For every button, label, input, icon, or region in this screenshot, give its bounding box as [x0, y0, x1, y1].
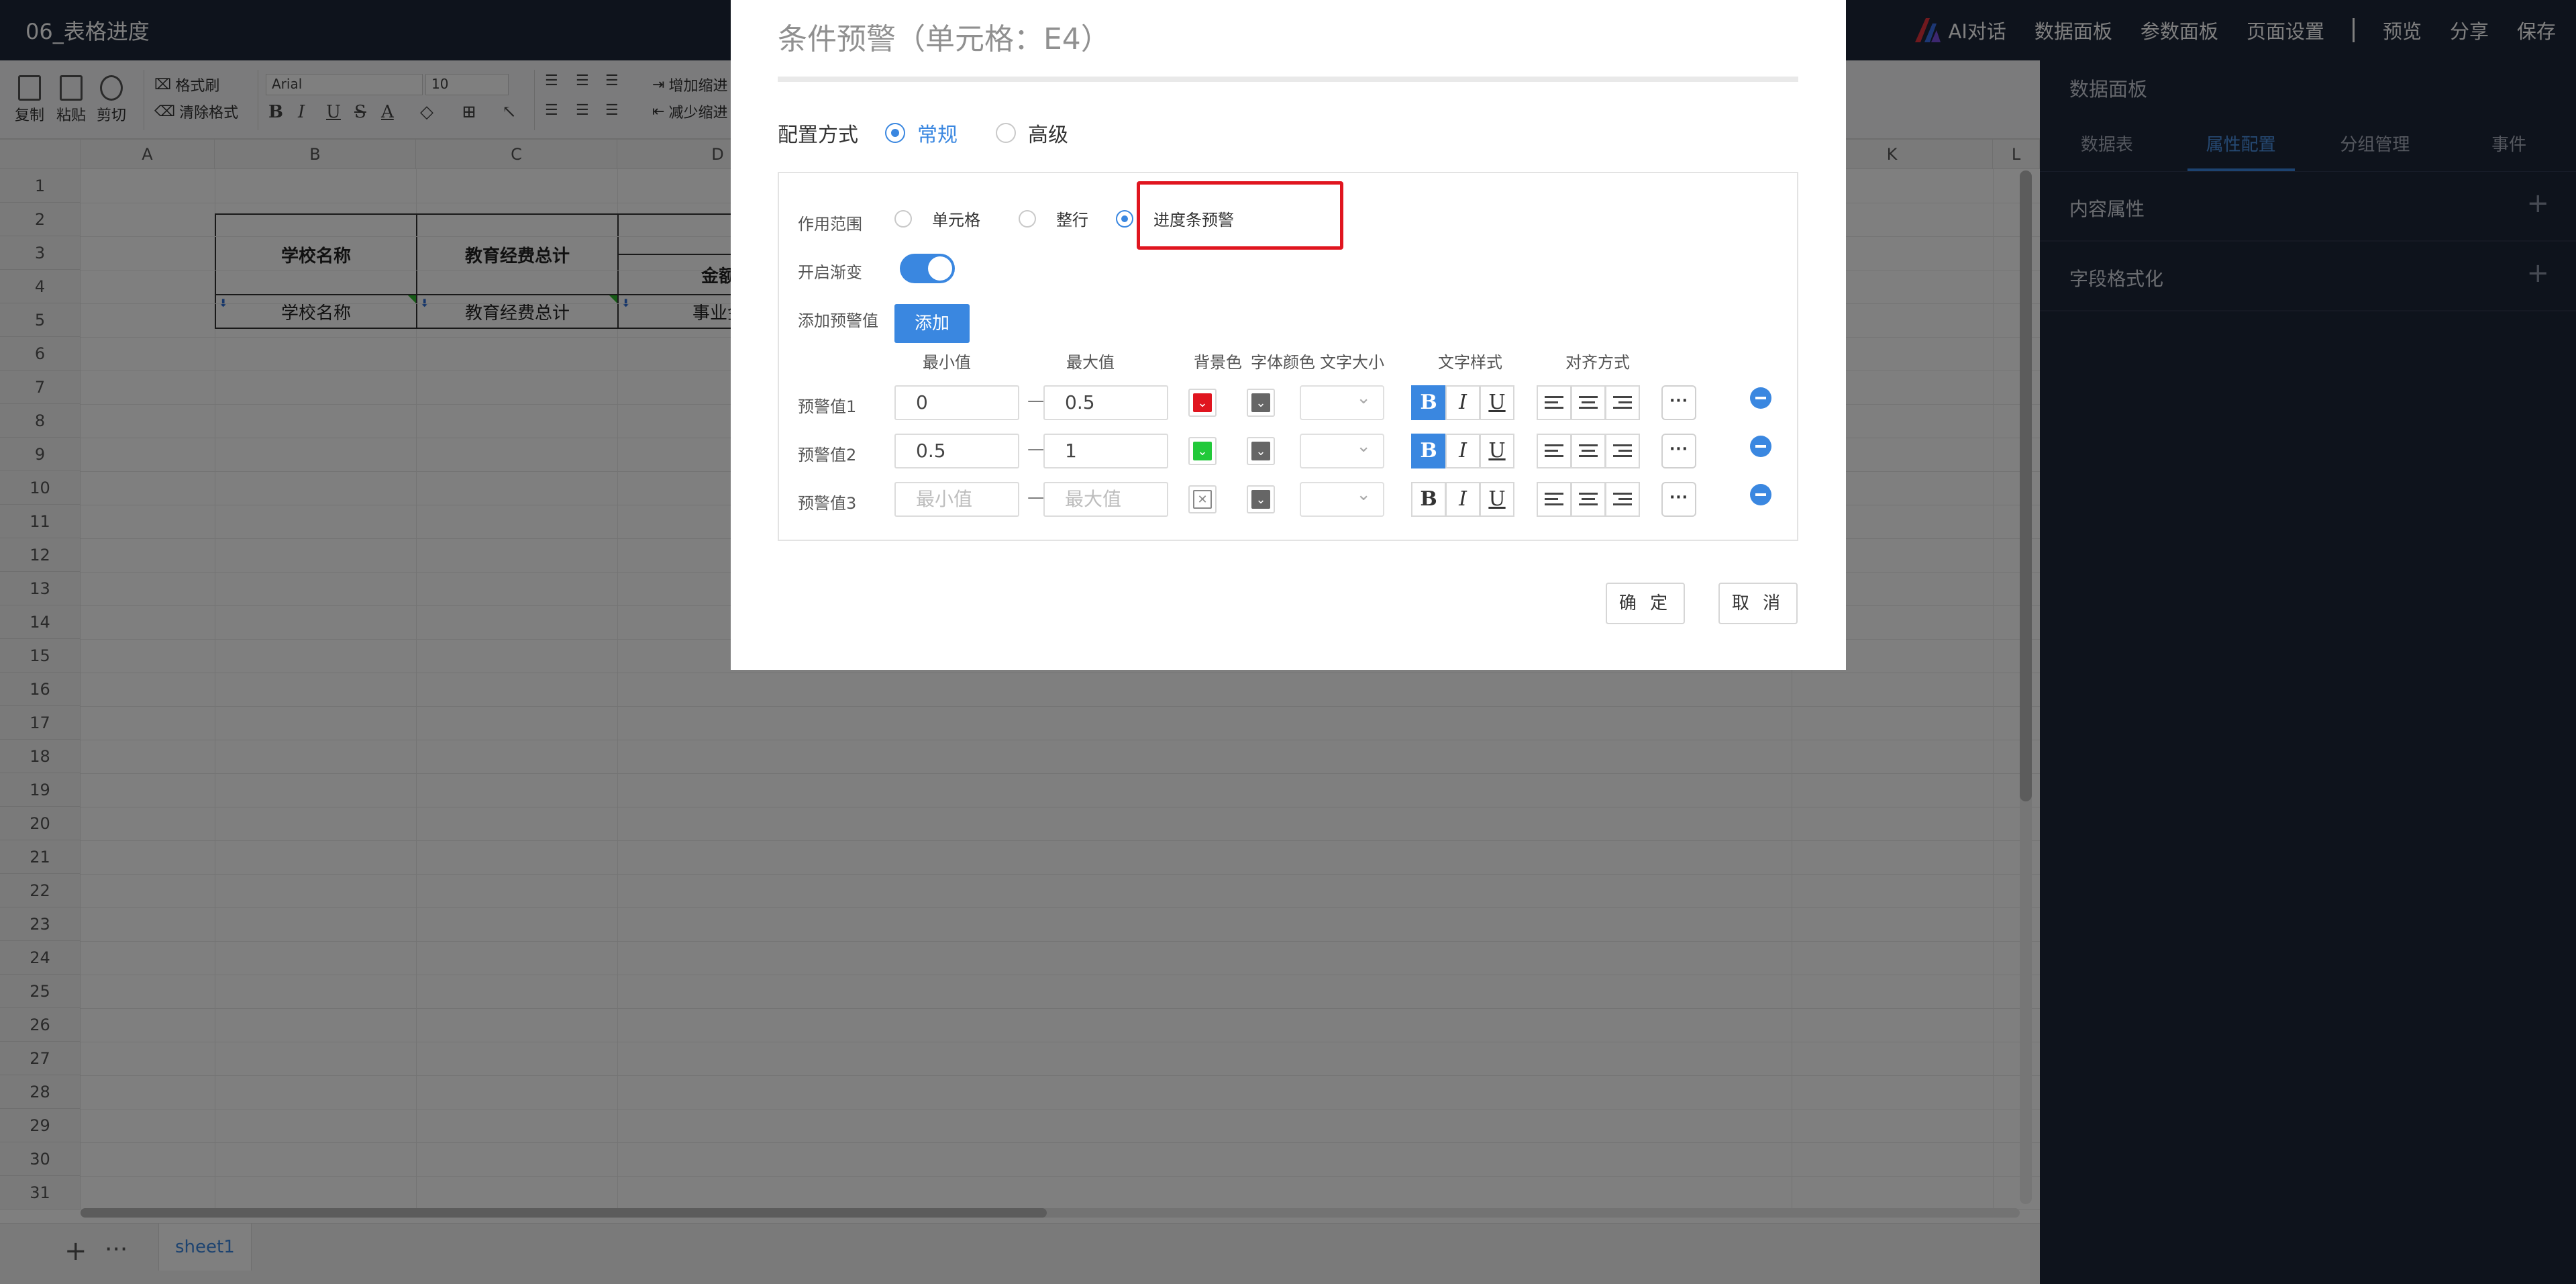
more-options-button[interactable]: ··· — [1661, 434, 1696, 468]
chevron-down-icon: ⌄ — [1251, 490, 1270, 509]
chevron-down-icon: ⌄ — [1193, 393, 1212, 412]
max-value-input[interactable]: 最大值 — [1043, 482, 1168, 517]
remove-row-icon[interactable] — [1750, 387, 1771, 409]
font-color-picker[interactable]: ⌄ — [1247, 437, 1275, 465]
warning-config-box: 作用范围 单元格 整行 进度条预警 开启渐变 添加预警值 添加 最小值 最大值 … — [778, 172, 1798, 541]
align-left-button[interactable] — [1537, 434, 1572, 468]
scope-cell-radio[interactable]: 单元格 — [894, 207, 980, 230]
bold-button[interactable]: B — [1411, 385, 1446, 420]
font-color-picker[interactable]: ⌄ — [1247, 389, 1275, 417]
scope-label: 作用范围 — [798, 215, 862, 234]
warning-row-label: 预警值2 — [798, 446, 857, 464]
align-right-button[interactable] — [1605, 434, 1640, 468]
align-center-button[interactable] — [1571, 434, 1606, 468]
italic-button[interactable]: I — [1445, 385, 1480, 420]
bg-color-picker[interactable]: ⌄ — [1188, 389, 1217, 417]
radio-dot — [885, 123, 905, 143]
align-right-button[interactable] — [1605, 482, 1640, 517]
font-size-select[interactable] — [1300, 385, 1384, 420]
add-warning-label: 添加预警值 — [798, 311, 878, 330]
radio-dot — [996, 123, 1016, 143]
align-left-button[interactable] — [1537, 482, 1572, 517]
col-alignment: 对齐方式 — [1565, 353, 1630, 372]
bold-button[interactable]: B — [1411, 434, 1446, 468]
min-value-input[interactable]: 最小值 — [894, 482, 1019, 517]
chevron-down-icon: ⌄ — [1193, 442, 1212, 460]
gradient-toggle[interactable] — [900, 254, 955, 283]
radio-label: 高级 — [1028, 124, 1068, 147]
font-size-select[interactable] — [1300, 482, 1384, 517]
range-dash: — — [1027, 439, 1045, 459]
col-font-color: 字体颜色 — [1251, 353, 1315, 372]
min-value-input[interactable]: 0 — [894, 385, 1019, 420]
more-options-button[interactable]: ··· — [1661, 482, 1696, 517]
cancel-button[interactable]: 取 消 — [1718, 583, 1798, 624]
range-dash: — — [1027, 487, 1045, 507]
no-color-icon: ✕ — [1193, 490, 1212, 509]
col-font-size: 文字大小 — [1320, 353, 1384, 372]
col-bg-color: 背景色 — [1194, 353, 1242, 372]
warning-row-label: 预警值3 — [798, 494, 857, 513]
title-divider — [778, 77, 1798, 82]
font-color-picker[interactable]: ⌄ — [1247, 485, 1275, 513]
max-value-input[interactable]: 1 — [1043, 434, 1168, 468]
radio-label: 单元格 — [932, 211, 980, 230]
warning-row-label: 预警值1 — [798, 397, 857, 416]
align-center-button[interactable] — [1571, 385, 1606, 420]
radio-label: 常规 — [917, 124, 958, 147]
align-left-button[interactable] — [1537, 385, 1572, 420]
toggle-knob — [928, 256, 952, 281]
gradient-label: 开启渐变 — [798, 263, 862, 282]
highlight-box — [1137, 181, 1343, 250]
underline-button[interactable]: U — [1480, 482, 1514, 517]
scope-row-radio[interactable]: 整行 — [1019, 207, 1088, 230]
remove-row-icon[interactable] — [1750, 484, 1771, 505]
conditional-warning-dialog: 条件预警（单元格：E4） 配置方式 常规 高级 作用范围 单元格 整行 进度条预… — [731, 0, 1846, 670]
config-mode-advanced-radio[interactable]: 高级 — [996, 118, 1068, 148]
dialog-title: 条件预警（单元格：E4） — [778, 22, 1111, 56]
underline-button[interactable]: U — [1480, 434, 1514, 468]
bold-button[interactable]: B — [1411, 482, 1446, 517]
align-right-button[interactable] — [1605, 385, 1640, 420]
italic-button[interactable]: I — [1445, 482, 1480, 517]
align-center-button[interactable] — [1571, 482, 1606, 517]
add-warning-button[interactable]: 添加 — [894, 304, 970, 343]
config-mode-label: 配置方式 — [778, 124, 858, 147]
font-size-select[interactable] — [1300, 434, 1384, 468]
config-mode-normal-radio[interactable]: 常规 — [885, 118, 958, 148]
col-min: 最小值 — [923, 353, 971, 372]
bg-color-picker[interactable]: ⌄ — [1188, 437, 1217, 465]
chevron-down-icon: ⌄ — [1251, 442, 1270, 460]
radio-label: 整行 — [1056, 211, 1088, 230]
more-options-button[interactable]: ··· — [1661, 385, 1696, 420]
italic-button[interactable]: I — [1445, 434, 1480, 468]
underline-button[interactable]: U — [1480, 385, 1514, 420]
max-value-input[interactable]: 0.5 — [1043, 385, 1168, 420]
radio-dot — [1116, 209, 1133, 228]
radio-dot — [1019, 209, 1036, 228]
confirm-button[interactable]: 确 定 — [1606, 583, 1685, 624]
col-text-style: 文字样式 — [1438, 353, 1502, 372]
chevron-down-icon: ⌄ — [1251, 393, 1270, 412]
bg-color-picker[interactable]: ✕ — [1188, 485, 1217, 513]
col-max: 最大值 — [1066, 353, 1115, 372]
radio-dot — [894, 209, 912, 228]
remove-row-icon[interactable] — [1750, 436, 1771, 457]
min-value-input[interactable]: 0.5 — [894, 434, 1019, 468]
range-dash: — — [1027, 391, 1045, 411]
